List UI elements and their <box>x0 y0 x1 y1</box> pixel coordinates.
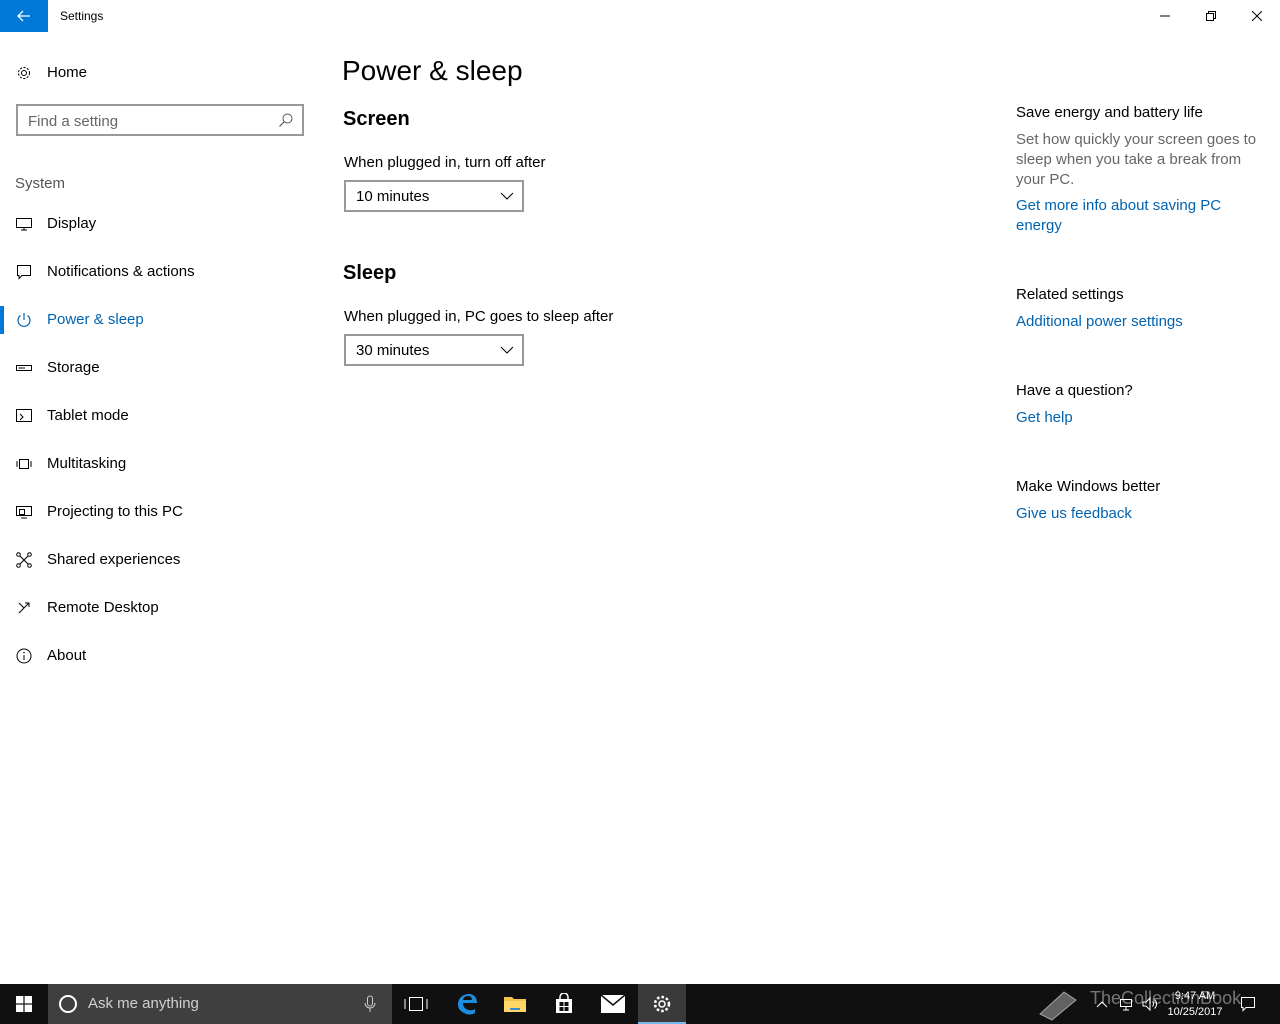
screen-timeout-dropdown[interactable]: 10 minutes <box>344 180 524 212</box>
mail-icon <box>601 995 625 1013</box>
tablet-icon <box>16 409 32 422</box>
mail-taskbar-button[interactable] <box>589 984 637 1024</box>
sidebar-item-label: Notifications & actions <box>47 263 195 280</box>
screen-timeout-value: 10 minutes <box>356 188 430 205</box>
info-icon <box>16 648 32 664</box>
taskbar: Ask me anything TheCollectionBook 9:47 A… <box>0 984 1280 1024</box>
energy-description: Set how quickly your screen goes to slee… <box>1016 131 1257 188</box>
title-bar: Settings <box>0 0 1280 32</box>
message-icon <box>17 265 31 280</box>
page-title: Power & sleep <box>342 55 523 86</box>
back-arrow-icon <box>17 10 30 22</box>
folder-icon <box>504 997 526 1012</box>
task-view-button[interactable] <box>392 984 440 1024</box>
store-icon <box>556 993 572 1013</box>
sidebar-item-notifications[interactable]: Notifications & actions <box>0 248 320 296</box>
book-watermark-icon <box>1039 991 1077 1021</box>
close-button[interactable] <box>1234 0 1280 32</box>
related-settings-heading: Related settings <box>1016 286 1124 303</box>
sidebar-item-power-sleep[interactable]: Power & sleep <box>0 296 320 344</box>
sleep-timeout-dropdown[interactable]: 30 minutes <box>344 334 524 366</box>
edge-icon <box>458 994 477 1015</box>
gear-icon <box>653 995 671 1013</box>
minimize-icon <box>1160 15 1170 17</box>
home-nav-item[interactable]: Home <box>16 60 87 86</box>
minimize-button[interactable] <box>1142 0 1188 32</box>
clock-time: 9:47 AM <box>1174 990 1216 1002</box>
group-label-system: System <box>15 175 66 192</box>
feedback-heading: Make Windows better <box>1016 478 1161 495</box>
window-title: Settings <box>60 9 104 23</box>
restore-button[interactable] <box>1188 0 1234 32</box>
windows-logo-icon <box>16 996 32 1012</box>
gear-icon <box>18 67 30 79</box>
cortana-icon <box>59 995 77 1013</box>
sidebar-item-label: About <box>47 647 87 664</box>
remote-icon <box>18 602 30 614</box>
search-input[interactable] <box>28 112 268 130</box>
multitasking-icon <box>16 459 32 469</box>
sidebar-item-label: Tablet mode <box>47 407 129 424</box>
sidebar-nav: Display Notifications & actions Power & … <box>0 200 320 680</box>
sidebar-item-tablet-mode[interactable]: Tablet mode <box>0 392 320 440</box>
sidebar-item-label: Multitasking <box>47 455 127 472</box>
sidebar-item-multitasking[interactable]: Multitasking <box>0 440 320 488</box>
power-icon <box>17 313 31 327</box>
projector-icon <box>16 506 32 519</box>
additional-power-settings-link[interactable]: Additional power settings <box>1016 312 1256 332</box>
sidebar-item-label: Shared experiences <box>47 551 181 568</box>
microphone-icon[interactable] <box>362 995 378 1013</box>
sidebar-item-display[interactable]: Display <box>0 200 320 248</box>
sidebar-item-label: Remote Desktop <box>47 599 159 616</box>
cortana-search-box[interactable]: Ask me anything <box>48 984 392 1024</box>
task-view-icon <box>404 997 428 1011</box>
sidebar-item-remote-desktop[interactable]: Remote Desktop <box>0 584 320 632</box>
volume-icon[interactable] <box>1142 996 1158 1012</box>
home-label: Home <box>47 64 88 81</box>
section-title-sleep: Sleep <box>343 262 397 284</box>
close-icon <box>1252 11 1262 21</box>
search-icon[interactable] <box>278 112 294 128</box>
settings-taskbar-button[interactable] <box>638 984 686 1024</box>
section-title-screen: Screen <box>343 108 410 130</box>
sidebar-item-shared-experiences[interactable]: Shared experiences <box>0 536 320 584</box>
network-icon[interactable] <box>1118 996 1134 1012</box>
chevron-down-icon <box>500 192 514 200</box>
taskbar-clock[interactable]: 9:47 AM 10/25/2017 <box>1160 988 1230 1020</box>
start-button[interactable] <box>0 984 48 1024</box>
sidebar-item-storage[interactable]: Storage <box>0 344 320 392</box>
sleep-timeout-label: When plugged in, PC goes to sleep after <box>344 308 614 325</box>
sleep-timeout-value: 30 minutes <box>356 342 430 359</box>
restore-icon <box>1206 11 1216 21</box>
settings-search[interactable] <box>16 104 304 136</box>
sidebar-item-label: Power & sleep <box>47 311 144 328</box>
energy-heading: Save energy and battery life <box>1016 104 1203 121</box>
sidebar-item-label: Storage <box>47 359 100 376</box>
question-heading: Have a question? <box>1016 382 1133 399</box>
sidebar-item-projecting[interactable]: Projecting to this PC <box>0 488 320 536</box>
sidebar-item-about[interactable]: About <box>0 632 320 680</box>
share-icon <box>16 552 32 568</box>
chevron-down-icon <box>500 346 514 354</box>
file-explorer-taskbar-button[interactable] <box>491 984 539 1024</box>
storage-icon <box>16 365 32 371</box>
sidebar-item-label: Display <box>47 215 97 232</box>
cortana-search-placeholder: Ask me anything <box>88 995 199 1012</box>
give-feedback-link[interactable]: Give us feedback <box>1016 504 1256 524</box>
action-center-icon[interactable] <box>1240 996 1256 1012</box>
energy-info-link[interactable]: Get more info about saving PC energy <box>1016 196 1256 236</box>
sidebar-item-label: Projecting to this PC <box>47 503 183 520</box>
chevron-up-icon[interactable] <box>1094 996 1110 1012</box>
store-taskbar-button[interactable] <box>540 984 588 1024</box>
monitor-icon <box>16 218 32 231</box>
clock-date: 10/25/2017 <box>1167 1006 1223 1018</box>
back-button[interactable] <box>0 0 48 32</box>
get-help-link[interactable]: Get help <box>1016 408 1256 428</box>
screen-timeout-label: When plugged in, turn off after <box>344 154 546 171</box>
edge-taskbar-button[interactable] <box>443 984 491 1024</box>
